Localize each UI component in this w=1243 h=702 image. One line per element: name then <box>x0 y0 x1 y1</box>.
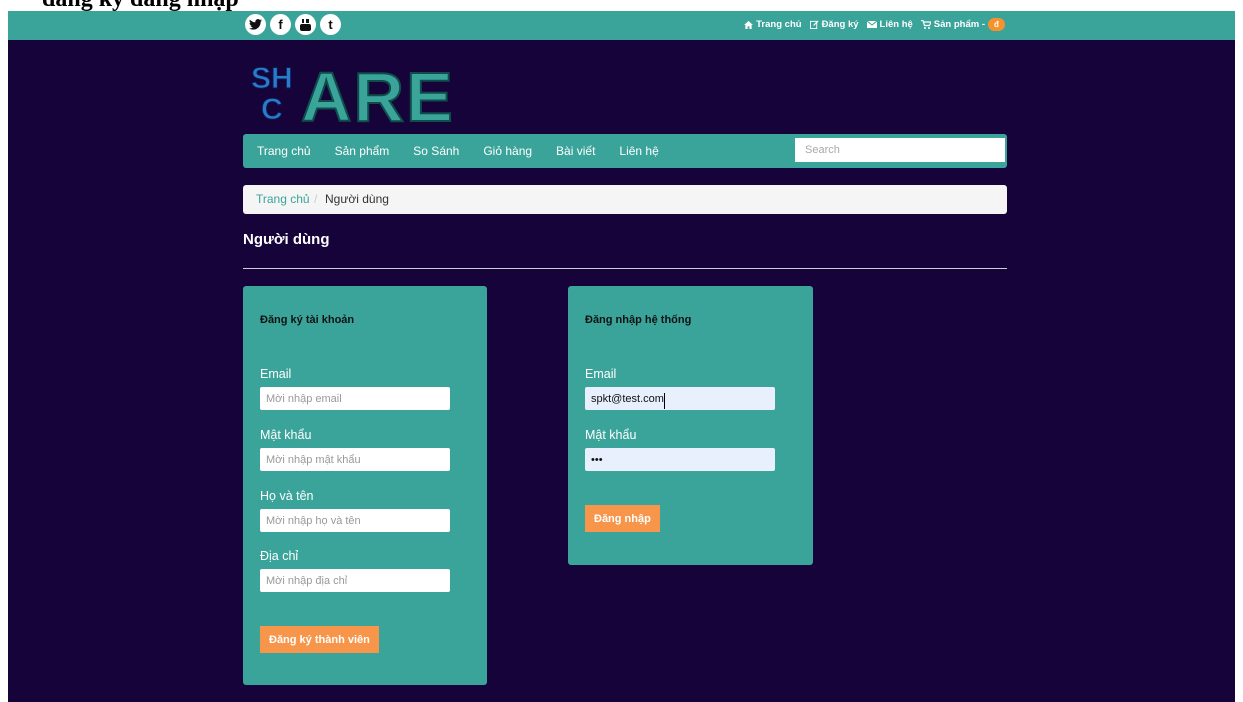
register-title: Đăng ký tài khoản <box>260 314 355 326</box>
login-email-label: Email <box>585 367 617 381</box>
social-links: f t <box>245 14 341 35</box>
top-link-contact-label: Liên hệ <box>879 19 913 30</box>
top-link-products[interactable]: Sản phẩm - đ <box>920 18 1005 31</box>
register-password-input[interactable] <box>260 448 450 471</box>
login-title: Đăng nhập hệ thống <box>585 314 692 326</box>
site-logo[interactable]: SH C ARE <box>251 55 481 137</box>
top-link-products-label: Sản phẩm - <box>933 19 985 30</box>
nav-item-products[interactable]: Sản phẩm <box>335 144 390 158</box>
text-cursor <box>664 393 665 409</box>
register-email-input[interactable] <box>260 387 450 410</box>
breadcrumb: Trang chủ / Người dùng <box>243 185 1007 214</box>
top-link-register[interactable]: Đăng ký <box>809 19 859 30</box>
nav-item-home[interactable]: Trang chủ <box>257 144 311 158</box>
nav-item-posts[interactable]: Bài viết <box>556 144 595 158</box>
facebook-icon[interactable]: f <box>270 14 291 35</box>
logo-text-sh: SH <box>251 62 293 95</box>
search-input[interactable] <box>795 138 1005 162</box>
breadcrumb-home-link[interactable]: Trang chủ <box>256 185 310 214</box>
login-email-input[interactable] <box>585 387 775 410</box>
mail-icon <box>866 21 877 28</box>
register-panel: Đăng ký tài khoản Email Mật khẩu Họ và t… <box>243 286 487 685</box>
main-navbar: Trang chủ Sản phẩm So Sánh Giỏ hàng Bài … <box>243 134 1007 168</box>
cart-badge: đ <box>988 18 1005 31</box>
login-password-label: Mật khẩu <box>585 428 637 442</box>
login-panel: Đăng nhập hệ thống Email Mật khẩu Đăng n… <box>568 286 813 565</box>
title-divider <box>243 268 1007 269</box>
twitter-icon[interactable] <box>245 14 266 35</box>
register-address-input[interactable] <box>260 569 450 592</box>
register-password-label: Mật khẩu <box>260 428 312 442</box>
top-link-home[interactable]: Trang chủ <box>744 19 802 30</box>
nav-item-contact[interactable]: Liên hệ <box>619 144 658 158</box>
top-link-register-label: Đăng ký <box>821 19 859 30</box>
logo-text-are: ARE <box>301 58 455 125</box>
page-title: Người dùng <box>243 231 330 248</box>
register-name-input[interactable] <box>260 509 450 532</box>
nav-item-cart[interactable]: Giỏ hàng <box>483 144 532 158</box>
top-link-contact[interactable]: Liên hệ <box>866 19 913 30</box>
browser-viewport: f t Trang chủ Đăng ký Liên hệ Sản phẩm - <box>8 11 1235 702</box>
nav-item-compare[interactable]: So Sánh <box>413 144 459 158</box>
youtube-icon[interactable] <box>295 14 316 35</box>
top-links: Trang chủ Đăng ký Liên hệ Sản phẩm - đ <box>744 18 1005 31</box>
login-submit-button[interactable]: Đăng nhập <box>585 505 660 532</box>
top-bar: f t Trang chủ Đăng ký Liên hệ Sản phẩm - <box>8 11 1235 40</box>
cart-icon <box>920 20 931 29</box>
register-name-label: Họ và tên <box>260 489 314 503</box>
login-password-input[interactable] <box>585 448 775 471</box>
register-submit-button[interactable]: Đăng ký thành viên <box>260 626 379 653</box>
edit-icon <box>809 20 819 29</box>
top-link-home-label: Trang chủ <box>756 19 802 30</box>
register-address-label: Địa chỉ <box>260 549 299 563</box>
breadcrumb-separator: / <box>314 192 318 206</box>
tumblr-icon[interactable]: t <box>320 14 341 35</box>
register-email-label: Email <box>260 367 292 381</box>
home-icon <box>744 20 754 29</box>
logo-text-c: C <box>261 93 283 125</box>
breadcrumb-current: Người dùng <box>325 192 389 206</box>
